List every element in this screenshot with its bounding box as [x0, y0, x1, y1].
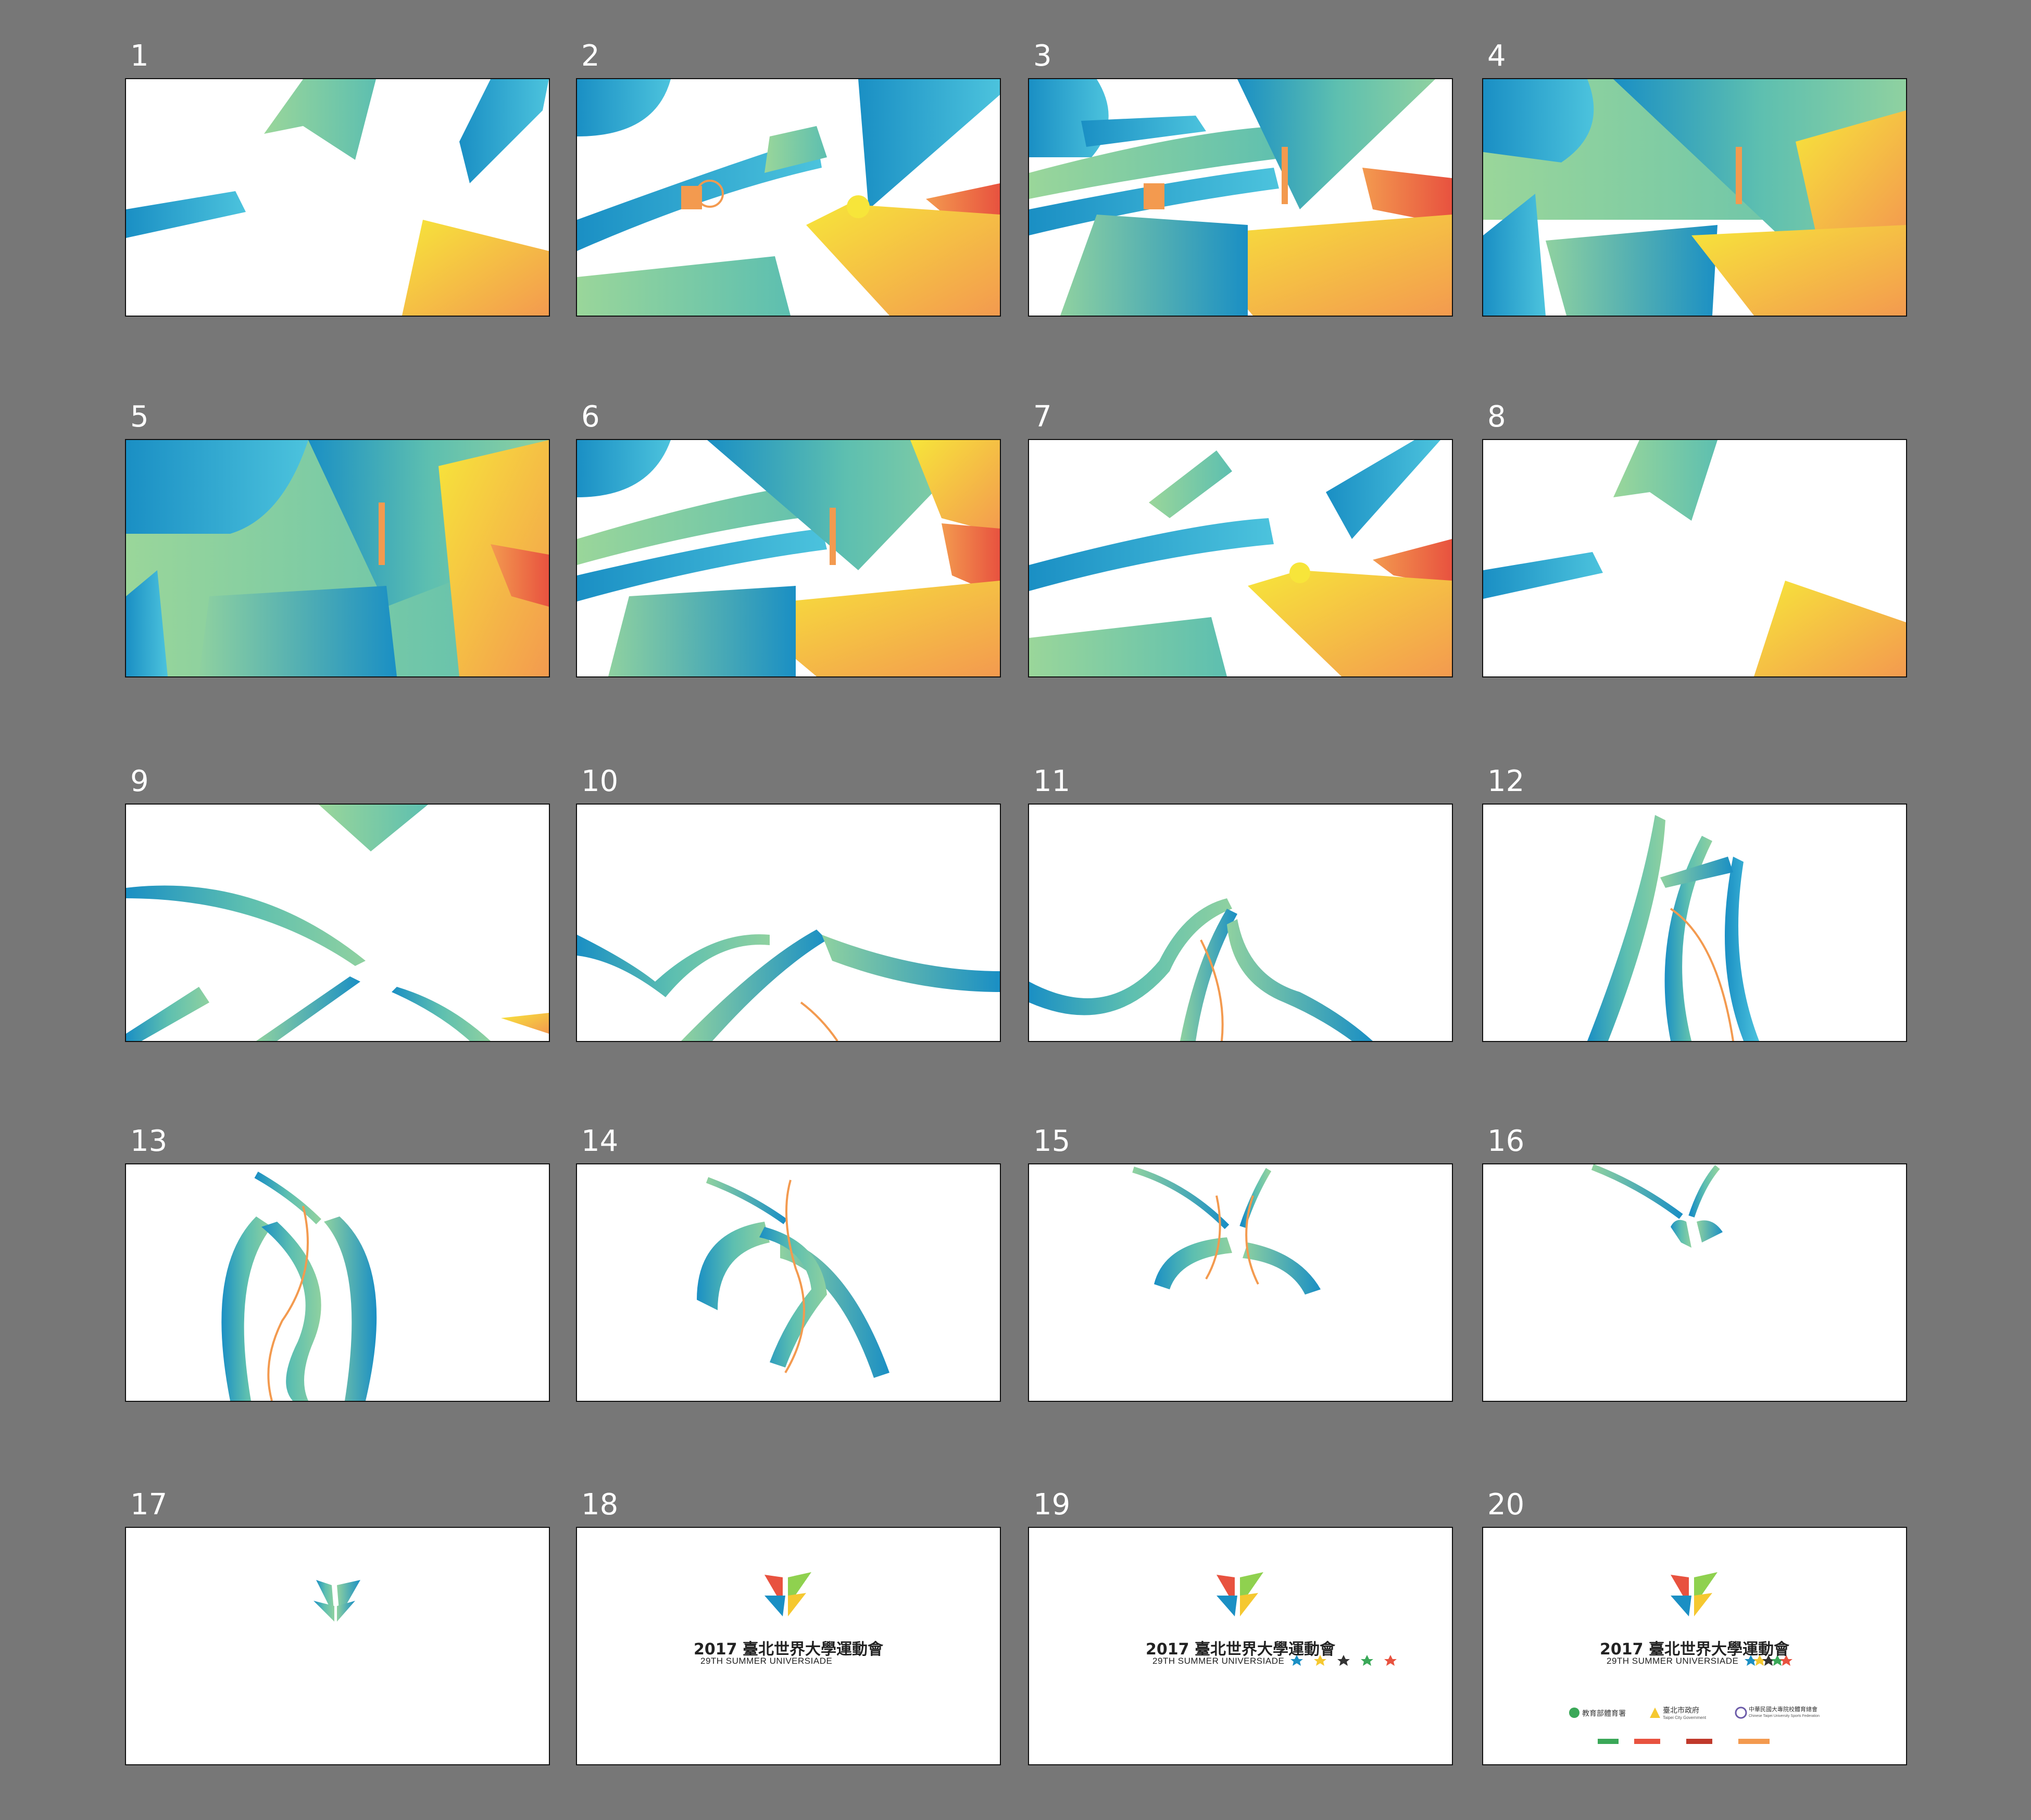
frame-number: 8 — [1487, 400, 1506, 434]
frame-number: 3 — [1033, 39, 1052, 73]
frame-6: 6 — [576, 401, 1001, 677]
frame-number: 9 — [130, 764, 149, 798]
storyboard-panel: 2017 臺北世界大學運動會 29TH SUMMER UNIVERSIADE — [1028, 1527, 1453, 1765]
frame-10: 10 — [576, 766, 1001, 1042]
frame-number: 13 — [130, 1124, 168, 1158]
frame-13: 13 — [125, 1126, 550, 1402]
sponsor-logo-icon — [1738, 1739, 1770, 1744]
storyboard-panel: 2017 臺北世界大學運動會 29TH SUMMER UNIVERSIADE — [576, 1527, 1001, 1765]
taipei-logo-icon — [1650, 1708, 1660, 1718]
frame-number: 14 — [581, 1124, 619, 1158]
frame-19: 19 2017 臺北世界大學運動會 29TH SUMMER UNIVERSIAD… — [1028, 1489, 1453, 1765]
frame-number: 16 — [1487, 1124, 1525, 1158]
sports-admin-logo-icon — [1569, 1708, 1579, 1718]
storyboard-panel — [125, 78, 550, 317]
frame-3: 3 — [1028, 41, 1453, 317]
storyboard-panel — [1482, 439, 1907, 677]
frame-number: 11 — [1033, 764, 1071, 798]
event-subtitle: 29TH SUMMER UNIVERSIADE — [700, 1656, 833, 1666]
frame-number: 15 — [1033, 1124, 1071, 1158]
storyboard-panel — [576, 804, 1001, 1042]
frame-number: 7 — [1033, 400, 1052, 434]
frame-number: 20 — [1487, 1488, 1525, 1522]
frame-1: 1 — [125, 41, 550, 317]
frame-2: 2 — [576, 41, 1001, 317]
event-subtitle: 29TH SUMMER UNIVERSIADE — [1152, 1656, 1285, 1666]
storyboard-panel — [125, 804, 550, 1042]
storyboard-panel — [1482, 1163, 1907, 1402]
frame-number: 17 — [130, 1488, 168, 1522]
frame-number: 1 — [130, 39, 149, 73]
frame-number: 4 — [1487, 39, 1506, 73]
frame-17: 17 — [125, 1489, 550, 1765]
frame-18: 18 2017 臺北世界大學運動會 29TH SUMMER UNIVERSIAD… — [576, 1489, 1001, 1765]
frame-number: 12 — [1487, 764, 1525, 798]
storyboard-panel — [125, 439, 550, 677]
frame-number: 2 — [581, 39, 600, 73]
storyboard-panel — [125, 1527, 550, 1765]
storyboard-panel — [576, 439, 1001, 677]
frame-16: 16 — [1482, 1126, 1907, 1402]
frame-7: 7 — [1028, 401, 1453, 677]
frame-12: 12 — [1482, 766, 1907, 1042]
sponsor-taipei-gov: 臺北市政府 — [1663, 1706, 1699, 1715]
frame-number: 19 — [1033, 1488, 1071, 1522]
frame-4: 4 — [1482, 41, 1907, 317]
event-subtitle: 29TH SUMMER UNIVERSIADE — [1607, 1656, 1739, 1666]
storyboard-panel — [576, 1163, 1001, 1402]
storyboard-panel — [1028, 78, 1453, 317]
sponsor-logo-icon — [1686, 1739, 1712, 1744]
sponsor-ctusf-en: Chinese Taipei University Sports Federat… — [1749, 1714, 1820, 1718]
storyboard-panel — [1028, 439, 1453, 677]
storyboard-panel — [1482, 78, 1907, 317]
storyboard-panel — [1028, 1163, 1453, 1402]
storyboard-panel: 2017 臺北世界大學運動會 29TH SUMMER UNIVERSIADE 教… — [1482, 1527, 1907, 1765]
sponsor-sports-admin: 教育部體育署 — [1582, 1710, 1626, 1718]
sponsor-logo-icon — [1598, 1739, 1619, 1744]
frame-number: 5 — [130, 400, 149, 434]
sponsor-logo-icon — [1634, 1739, 1660, 1744]
frame-number: 6 — [581, 400, 600, 434]
storyboard-panel — [576, 78, 1001, 317]
ctusf-logo-icon — [1735, 1706, 1747, 1719]
sponsor-ctusf: 中華民國大專院校體育總會 — [1749, 1706, 1817, 1713]
storyboard-panel — [125, 1163, 550, 1402]
frame-15: 15 — [1028, 1126, 1453, 1402]
frame-number: 18 — [581, 1488, 619, 1522]
frame-14: 14 — [576, 1126, 1001, 1402]
frame-20: 20 2017 臺北世界大學運動會 29TH SUMMER UNIVERSIAD… — [1482, 1489, 1907, 1765]
storyboard-panel — [1482, 804, 1907, 1042]
frame-11: 11 — [1028, 766, 1453, 1042]
sponsor-taipei-gov-en: Taipei City Government — [1663, 1715, 1707, 1720]
frame-number: 10 — [581, 764, 619, 798]
frame-5: 5 — [125, 401, 550, 677]
storyboard-panel — [1028, 804, 1453, 1042]
frame-9: 9 — [125, 766, 550, 1042]
frame-8: 8 — [1482, 401, 1907, 677]
